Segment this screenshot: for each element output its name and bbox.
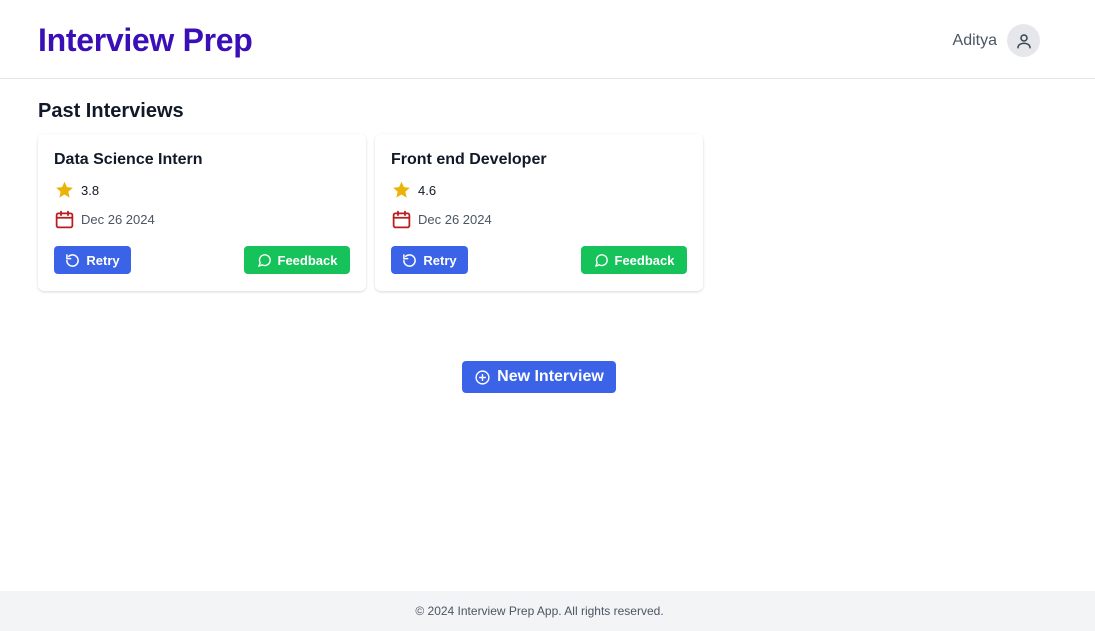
feedback-label: Feedback [277, 252, 338, 268]
avatar[interactable] [1007, 24, 1040, 57]
rating: 4.6 [391, 180, 436, 200]
page-title: Past Interviews [38, 100, 184, 122]
new-interview-button[interactable]: New Interview [462, 361, 616, 393]
retry-icon [403, 253, 417, 267]
interview-card: Front end Developer 4.6 Dec 26 2024 Retr… [375, 134, 703, 291]
chat-bubble-icon [594, 253, 608, 267]
chat-bubble-icon [257, 253, 271, 267]
footer-text: © 2024 Interview Prep App. All rights re… [415, 604, 664, 618]
star-icon [393, 181, 410, 198]
date: Dec 26 2024 [54, 209, 155, 230]
user-menu[interactable]: Aditya [953, 24, 1040, 57]
calendar-icon [392, 210, 411, 229]
rating: 3.8 [54, 180, 99, 200]
footer: © 2024 Interview Prep App. All rights re… [0, 591, 1095, 631]
date-value: Dec 26 2024 [81, 212, 155, 227]
feedback-button[interactable]: Feedback [244, 246, 350, 274]
plus-circle-icon [475, 369, 490, 385]
user-icon [1016, 33, 1031, 48]
date: Dec 26 2024 [391, 209, 492, 230]
retry-icon [66, 253, 80, 267]
interview-card: Data Science Intern 3.8 Dec 26 2024 Retr… [38, 134, 366, 291]
new-interview-label: New Interview [497, 368, 604, 385]
rating-value: 3.8 [81, 182, 100, 198]
app-title[interactable]: Interview Prep [38, 21, 253, 59]
retry-button[interactable]: Retry [391, 246, 468, 274]
card-title: Front end Developer [391, 151, 547, 168]
star-icon [56, 181, 73, 198]
app-header: Interview Prep Aditya [0, 0, 1095, 79]
rating-value: 4.6 [418, 182, 437, 198]
feedback-button[interactable]: Feedback [581, 246, 687, 274]
retry-label: Retry [86, 252, 120, 268]
date-value: Dec 26 2024 [418, 212, 492, 227]
feedback-label: Feedback [614, 252, 675, 268]
calendar-icon [55, 210, 74, 229]
retry-button[interactable]: Retry [54, 246, 131, 274]
card-title: Data Science Intern [54, 151, 203, 168]
retry-label: Retry [423, 252, 457, 268]
user-name: Aditya [952, 31, 997, 49]
